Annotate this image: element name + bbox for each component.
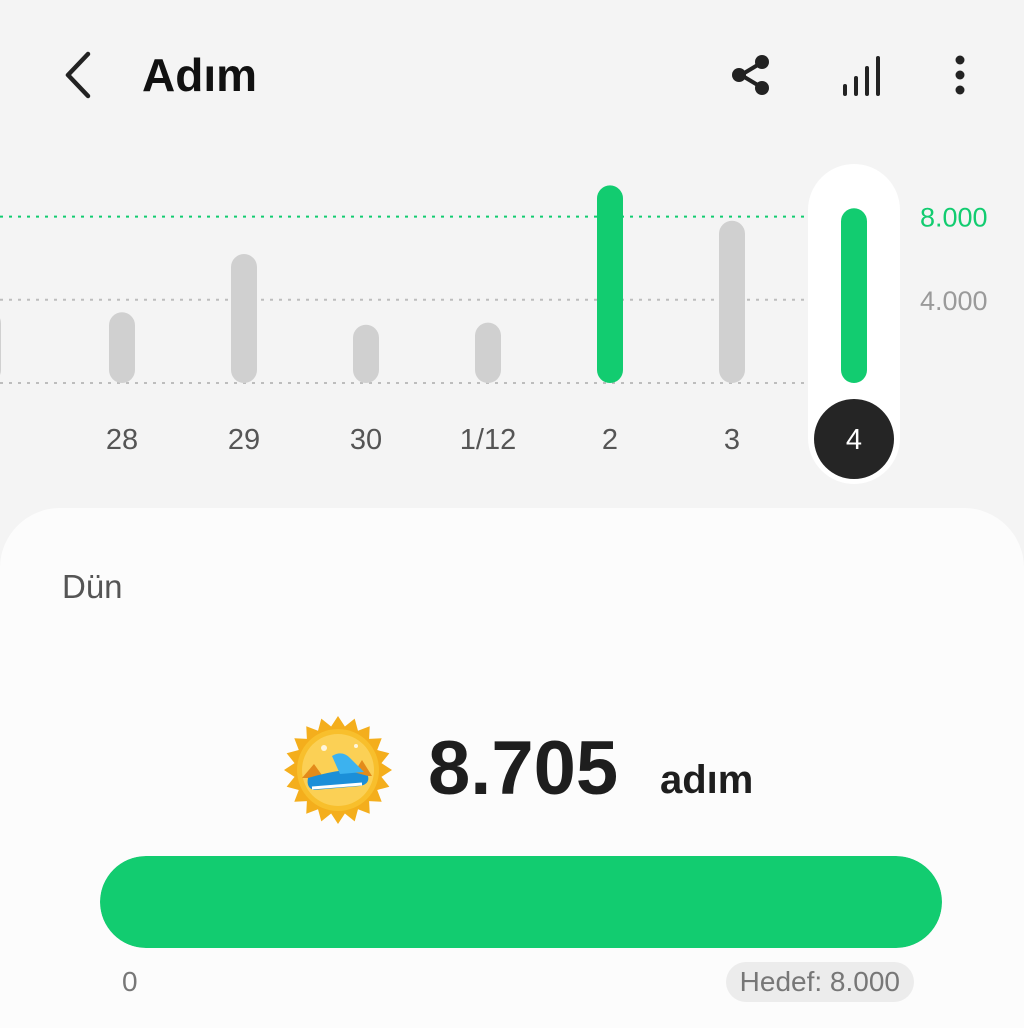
x-tick-label[interactable]: 4 — [846, 424, 862, 456]
y-tick-label: 8.000 — [920, 203, 988, 233]
bar-28[interactable] — [109, 312, 135, 383]
x-tick-label[interactable]: 28 — [106, 424, 138, 456]
steps-bar-chart: 8.0004.00072829301/12234 — [0, 164, 988, 484]
share-icon — [732, 55, 769, 95]
x-tick-label[interactable]: 29 — [228, 424, 260, 456]
top-app-bar: Adım — [0, 0, 1024, 150]
x-tick-label[interactable]: 30 — [350, 424, 382, 456]
bar-signal-icon — [843, 56, 880, 96]
statistics-button[interactable] — [826, 40, 896, 110]
goal-progress-bar — [100, 856, 942, 948]
running-shoe-badge-icon — [284, 716, 392, 824]
back-button[interactable] — [50, 40, 110, 110]
day-label: Dün — [62, 568, 123, 605]
bar-4[interactable] — [841, 208, 867, 383]
share-button[interactable] — [716, 40, 786, 110]
goal-progress-fill — [100, 856, 942, 948]
daily-summary-card: Dün 8.705 adım 0 Hedef: 8.000 — [0, 508, 1024, 1028]
more-options-button[interactable] — [925, 40, 995, 110]
y-tick-label: 4.000 — [920, 286, 988, 316]
bar-30[interactable] — [353, 324, 379, 383]
weekly-steps-chart: 8.0004.00072829301/12234 — [0, 150, 1024, 510]
bar-1/12[interactable] — [475, 322, 501, 383]
step-unit: adım — [660, 758, 754, 802]
page-title: Adım — [142, 49, 257, 101]
bar-29[interactable] — [231, 254, 257, 383]
x-tick-label[interactable]: 3 — [724, 424, 740, 456]
bar-3[interactable] — [719, 220, 745, 383]
x-tick-label[interactable]: 1/12 — [460, 424, 516, 456]
bar-2[interactable] — [597, 185, 623, 383]
goal-label: Hedef: 8.000 — [725, 962, 914, 1002]
bar-7[interactable] — [0, 310, 1, 383]
progress-start-label: 0 — [122, 966, 138, 997]
x-tick-label[interactable]: 2 — [602, 424, 618, 456]
step-count: 8.705 — [428, 726, 619, 811]
chevron-left-icon — [65, 51, 91, 99]
more-vert-icon — [955, 55, 965, 95]
